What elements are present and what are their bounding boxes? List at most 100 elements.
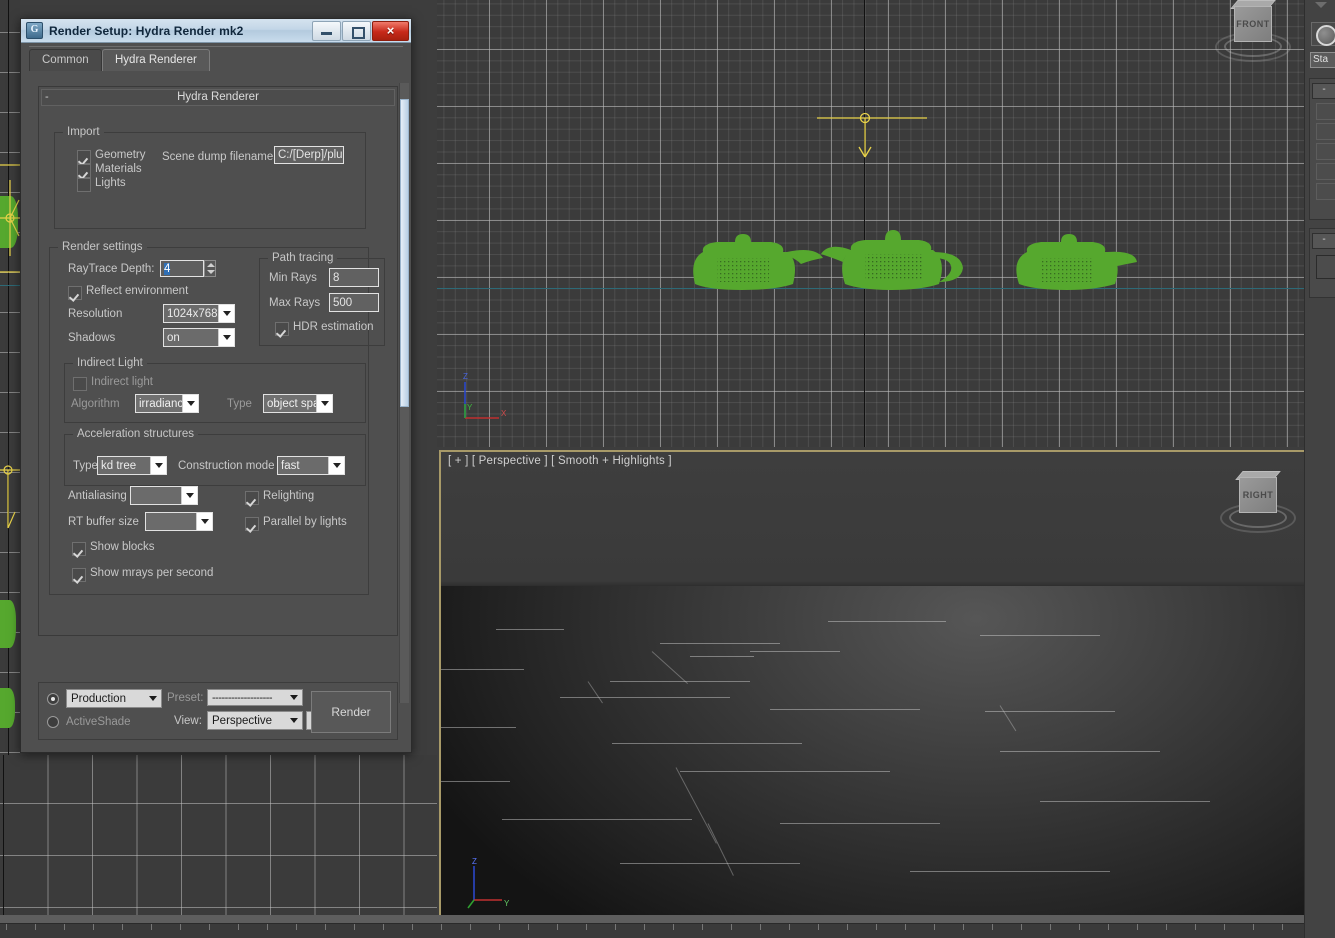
scene-dump-filename-input[interactable]: C:/[Derp]/plu [274, 146, 344, 164]
viewport-perspective[interactable]: [ + ] [ Perspective ] [ Smooth + Highlig… [440, 451, 1304, 915]
chevron-down-icon[interactable] [182, 395, 198, 412]
maximize-button[interactable] [342, 21, 371, 41]
acceleration-group-title: Acceleration structures [73, 428, 198, 440]
accel-type-value: kd tree [98, 460, 150, 472]
parallel-by-lights-label: Parallel by lights [263, 516, 347, 528]
chevron-down-icon[interactable] [285, 695, 302, 700]
show-mrays-label: Show mrays per second [90, 567, 213, 579]
reflect-environment-checkbox[interactable] [68, 286, 82, 300]
construction-mode-dropdown[interactable]: fast [277, 456, 345, 475]
rollout-field[interactable] [1316, 143, 1335, 160]
render-mode-dropdown[interactable]: Production [66, 689, 162, 708]
tab-common[interactable]: Common [29, 49, 102, 71]
hdr-estimation-checkbox[interactable] [275, 322, 289, 336]
axis-label-z: Z [472, 857, 477, 866]
render-button-label: Render [331, 705, 370, 719]
command-panel[interactable]: Sta - - [1304, 0, 1335, 938]
resolution-dropdown[interactable]: 1024x768 [163, 304, 235, 323]
import-group: Import Geometry Materials Lights Scene d… [54, 132, 366, 229]
chevron-down-icon[interactable] [144, 696, 161, 701]
hydra-renderer-rollout: - Hydra Renderer Import Geometry Materia… [38, 86, 398, 636]
render-button[interactable]: Render [311, 691, 391, 733]
tab-divider [29, 46, 403, 47]
viewcube-front-face[interactable]: FRONT [1234, 6, 1272, 42]
lights-checkbox[interactable] [77, 178, 91, 192]
dialog-scrollbar[interactable] [399, 83, 409, 703]
rollout-collapse-icon[interactable]: - [45, 90, 49, 104]
tab-hydra-renderer[interactable]: Hydra Renderer [102, 49, 210, 71]
rollout-field[interactable] [1316, 103, 1335, 120]
max-rays-input[interactable]: 500 [329, 293, 379, 312]
scrollbar-thumb[interactable] [400, 99, 409, 407]
parallel-by-lights-checkbox[interactable] [245, 517, 259, 531]
axis-label-x: X [501, 409, 507, 418]
production-radio[interactable] [47, 693, 59, 705]
algorithm-dropdown[interactable]: irradiance [135, 394, 199, 413]
min-rays-input[interactable]: 8 [329, 268, 379, 287]
chevron-down-icon[interactable] [328, 457, 344, 474]
chevron-down-icon[interactable] [181, 487, 197, 504]
spinner-down-icon[interactable] [207, 270, 215, 274]
lights-label: Lights [95, 177, 126, 189]
indirect-light-label: Indirect light [91, 376, 153, 388]
dialog-titlebar[interactable]: G Render Setup: Hydra Render mk2 × [21, 19, 411, 43]
command-rollout-1[interactable]: - [1309, 78, 1335, 220]
viewport-top-front[interactable]: Z Y X FRONT [437, 0, 1305, 447]
show-mrays-checkbox[interactable] [72, 568, 86, 582]
raytrace-depth-spinner[interactable] [204, 260, 216, 277]
rollout-collapse-button[interactable]: - [1312, 233, 1335, 249]
viewport-left-sliver[interactable] [0, 0, 20, 755]
object-name-field[interactable]: Sta [1310, 52, 1335, 68]
rt-buffer-size-label: RT buffer size [68, 516, 139, 528]
indirect-type-dropdown[interactable]: object spa [263, 394, 333, 413]
axis-tripod: Z Y [462, 856, 522, 912]
geometry-checkbox[interactable] [77, 150, 91, 164]
activeshade-radio[interactable] [47, 716, 59, 728]
chevron-down-icon[interactable] [218, 329, 234, 346]
minimize-button[interactable] [312, 21, 341, 41]
antialiasing-dropdown[interactable] [130, 486, 198, 505]
indirect-type-value: object spa [264, 398, 316, 410]
circle-select-button[interactable] [1311, 22, 1335, 46]
rollout-field[interactable] [1316, 163, 1335, 180]
construction-mode-label: Construction mode [178, 460, 275, 472]
rollout-field[interactable] [1316, 123, 1335, 140]
viewcube-perspective[interactable]: RIGHT [1220, 475, 1292, 533]
antialiasing-label: Antialiasing [68, 490, 127, 502]
render-setup-dialog[interactable]: G Render Setup: Hydra Render mk2 × Commo… [20, 18, 412, 753]
rollout-header[interactable]: - Hydra Renderer [41, 89, 395, 106]
rollout-field[interactable] [1316, 255, 1335, 279]
spinner-up-icon[interactable] [207, 263, 215, 267]
chevron-down-icon[interactable] [316, 395, 332, 412]
axis-label-z: Z [463, 372, 468, 381]
preset-dropdown[interactable]: ------------------- [207, 689, 303, 706]
close-icon: × [373, 22, 408, 40]
materials-label: Materials [95, 163, 142, 175]
accel-type-dropdown[interactable]: kd tree [97, 456, 167, 475]
chevron-down-icon[interactable] [285, 718, 302, 723]
viewcube-right-face[interactable]: RIGHT [1239, 477, 1277, 513]
light-gizmo[interactable] [817, 105, 927, 165]
chevron-down-icon[interactable] [218, 305, 234, 322]
raytrace-depth-input[interactable]: 4 [160, 260, 204, 277]
rt-buffer-size-dropdown[interactable] [145, 512, 213, 531]
rollout-collapse-button[interactable]: - [1312, 83, 1335, 99]
rollout-field[interactable] [1316, 183, 1335, 200]
command-rollout-2[interactable]: - [1309, 228, 1335, 298]
indirect-light-checkbox[interactable] [73, 377, 87, 391]
tab-label: Common [42, 54, 89, 66]
materials-checkbox[interactable] [77, 164, 91, 178]
close-button[interactable]: × [372, 21, 409, 41]
grid-overlay [0, 755, 437, 915]
chevron-down-icon[interactable] [196, 513, 212, 530]
viewcube-top[interactable]: FRONT [1215, 4, 1287, 62]
viewport-bottom-left[interactable] [0, 755, 437, 915]
activeshade-label: ActiveShade [66, 716, 131, 728]
relighting-checkbox[interactable] [245, 491, 259, 505]
view-dropdown[interactable]: Perspective [207, 711, 303, 730]
tab-label: Hydra Renderer [115, 54, 197, 66]
show-blocks-checkbox[interactable] [72, 542, 86, 556]
chevron-down-icon[interactable] [150, 457, 166, 474]
shadows-dropdown[interactable]: on [163, 328, 235, 347]
timeline-ruler[interactable] [0, 923, 1335, 938]
